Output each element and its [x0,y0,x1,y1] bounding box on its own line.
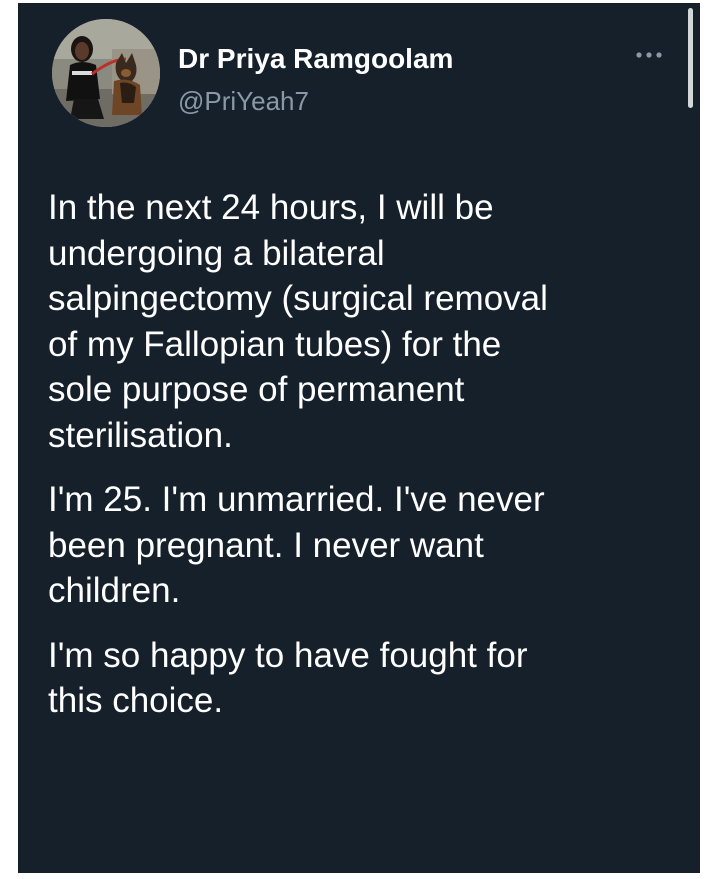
tweet-card: Dr Priya Ramgoolam @PriYeah7 In the next… [18,3,700,873]
more-options-button[interactable] [632,43,668,67]
avatar[interactable] [52,19,160,127]
tweet-text: In the next 24 hours, I will be undergoi… [48,185,688,743]
author-handle[interactable]: @PriYeah7 [178,86,309,117]
author-name[interactable]: Dr Priya Ramgoolam [178,43,453,75]
tweet-paragraph: In the next 24 hours, I will be undergoi… [48,188,548,455]
tweet-paragraph: I'm 25. I'm unmarried. I've never been p… [48,480,545,610]
scrollbar[interactable] [688,8,693,108]
profile-photo [52,19,160,127]
tweet-paragraph: I'm so happy to have fought for this cho… [48,635,528,721]
more-horizontal-icon [636,52,662,58]
